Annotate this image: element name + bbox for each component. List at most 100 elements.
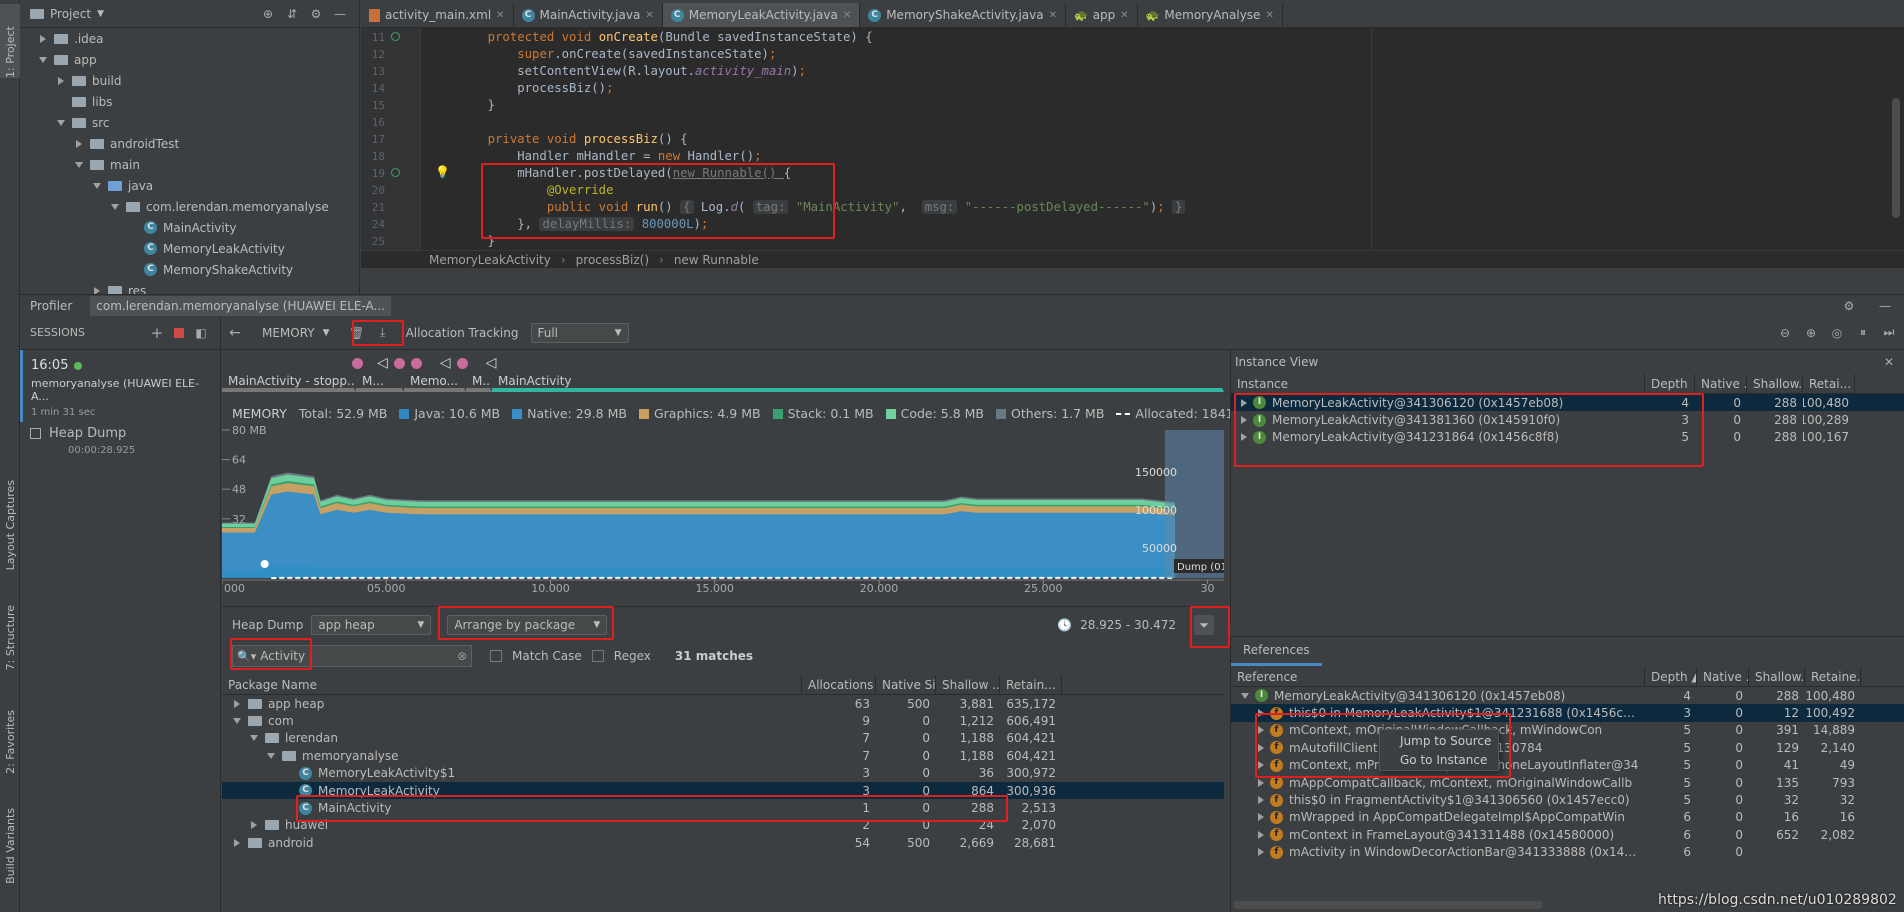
project-tree-item[interactable]: com.lerendan.memoryanalyse [20,196,359,217]
horizontal-scrollbar[interactable] [1233,901,1543,909]
expand-arrow-icon[interactable] [249,735,259,742]
collapse-arrow-icon[interactable] [74,139,84,148]
expand-arrow-icon[interactable] [92,182,102,189]
expand-arrow-icon[interactable] [56,119,66,126]
column-header[interactable]: Native ... [1697,667,1749,686]
project-tree-item[interactable]: C MemoryShakeActivity [20,259,359,280]
references-tab[interactable]: References [1231,637,1322,666]
chevron-down-icon[interactable]: ▼ [97,9,104,19]
target-icon[interactable]: ⊕ [259,5,277,23]
layout-captures-tab[interactable]: Layout Captures [2,480,18,570]
column-header[interactable]: Native Si... [876,675,936,694]
project-tree-item[interactable]: src [20,112,359,133]
activity-segment[interactable]: MainActivity [492,372,1224,392]
close-tab-icon[interactable]: ✕ [1049,10,1057,21]
table-row[interactable]: com 9 0 1,212 606,491 [222,712,1224,729]
regex-label[interactable]: Regex [614,649,651,663]
column-header[interactable]: Shallow ... [936,675,1000,694]
collapse-arrow-icon[interactable] [1258,830,1264,839]
minimize-icon[interactable]: — [1876,297,1894,315]
project-tree-item[interactable]: build [20,70,359,91]
expand-arrow-icon[interactable] [74,161,84,168]
project-tree-item[interactable]: androidTest [20,133,359,154]
instance-row[interactable]: I MemoryLeakActivity@341381360 (0x145910f… [1231,411,1904,428]
project-tree-item[interactable]: C MainActivity [20,217,359,238]
table-row[interactable]: C MemoryLeakActivity$1 3 0 36 300,972 [222,765,1224,782]
collapse-icon[interactable]: ⇵ [283,5,301,23]
jump-to-source-item[interactable]: Jump to Source [1380,732,1498,751]
gear-icon[interactable]: ⚙ [307,5,325,23]
reference-row[interactable]: fmContext, mOriginalWindowCallback, mWin… [1231,722,1904,739]
structure-tab[interactable]: 7: Structure [2,605,18,670]
collapse-arrow-icon[interactable] [1258,761,1264,770]
instance-row[interactable]: I MemoryLeakActivity@341306120 (0x1457eb0… [1231,394,1904,412]
table-row[interactable]: C MemoryLeakActivity 3 0 864 300,936 [222,781,1224,800]
project-tree-item[interactable]: main [20,154,359,175]
trash-icon[interactable]: 🗑 [348,324,366,342]
close-icon[interactable]: ✕ [1880,353,1898,371]
project-panel-title[interactable]: Project [50,7,91,21]
column-header[interactable]: Retai... [1803,374,1855,393]
profiler-device-tab[interactable]: com.lerendan.memoryanalyse (HUAWEI ELE-A… [90,295,391,316]
column-header[interactable]: Shallow... [1747,374,1803,393]
close-tab-icon[interactable]: ✕ [1120,10,1128,21]
reference-row[interactable]: I MemoryLeakActivity@341306120 (0x1457eb0… [1231,687,1904,704]
editor-tab[interactable]: 🐢 MemoryAnalyse ✕ [1138,3,1283,27]
project-tree-item[interactable]: libs [20,91,359,112]
project-tool-tab[interactable]: 1: Project [0,4,20,78]
search-box[interactable]: 🔍▾ Activity ⊗ [232,645,472,667]
project-tree-item[interactable]: app [20,49,359,70]
expand-arrow-icon[interactable] [38,56,48,63]
pause-icon[interactable]: ⏸ [1854,324,1872,342]
table-row[interactable]: lerendan 7 0 1,188 604,421 [222,730,1224,747]
override-gutter-icon-2[interactable] [391,168,400,177]
reference-row[interactable]: f mAppCompatCallback, mContext, mOriginal… [1231,774,1904,791]
collapse-arrow-icon[interactable] [1258,778,1264,787]
collapse-arrow-icon[interactable] [1258,796,1264,805]
expand-arrow-icon[interactable] [266,752,276,759]
editor-tab[interactable]: C MemoryLeakActivity.java ✕ [662,3,861,27]
collapse-arrow-icon[interactable] [1241,416,1247,425]
reference-row[interactable]: f mContext in FrameLayout@341311488 (0x14… [1231,826,1904,843]
match-case-label[interactable]: Match Case [512,649,582,663]
code-text[interactable]: protected void onCreate(Bundle savedInst… [458,29,1186,267]
memory-area-chart[interactable]: 80 MB6448321615000010000050000Dump (01.5… [222,396,1224,594]
breadcrumb-item[interactable]: processBiz() [576,253,649,267]
search-input[interactable]: Activity [260,649,453,663]
activity-segment[interactable]: MainActivity - stopp... [222,372,356,392]
match-case-checkbox[interactable] [490,650,502,662]
memory-dropdown[interactable]: MEMORY [262,326,315,340]
column-header[interactable]: Reference [1231,667,1645,686]
stop-icon[interactable] [174,327,184,338]
editor-tab[interactable]: C MemoryShakeActivity.java ✕ [860,3,1066,27]
back-arrow-icon[interactable]: ← [226,324,244,342]
project-tree-item[interactable]: java [20,175,359,196]
collapse-arrow-icon[interactable] [56,76,66,85]
collapse-arrow-icon[interactable] [38,34,48,43]
bulb-icon[interactable]: 💡 [435,165,450,179]
column-header[interactable]: Retaine... [1805,667,1861,686]
collapse-arrow-icon[interactable] [249,821,259,830]
activity-segment[interactable]: M... [466,372,492,392]
activity-segment[interactable]: M... [356,372,404,392]
reference-row[interactable]: fmAutofillClient in ContextImpl@34130784… [1231,739,1904,756]
column-header[interactable]: Instance [1231,374,1645,393]
filter-icon[interactable]: ⏷ [1194,615,1214,635]
breadcrumb-item[interactable]: MemoryLeakActivity [429,253,551,267]
column-header[interactable]: Native ... [1695,374,1747,393]
table-row[interactable]: memoryanalyse 7 0 1,188 604,421 [222,747,1224,764]
column-header[interactable]: Retain... [1000,675,1062,694]
instance-row[interactable]: I MemoryLeakActivity@341231864 (0x1456c8f… [1231,429,1904,446]
collapse-arrow-icon[interactable] [232,699,242,708]
collapse-arrow-icon[interactable] [1241,398,1247,407]
heap-dump-item[interactable]: Heap Dump 00:00:28.925 [20,416,220,472]
reference-row[interactable]: f mWrapped in AppCompatDelegateImpl$AppCo… [1231,809,1904,826]
column-header[interactable]: Package Name [222,675,802,694]
collapse-arrow-icon[interactable] [1241,433,1247,442]
close-tab-icon[interactable]: ✕ [645,10,653,21]
session-item[interactable]: 16:05 memoryanalyse (HUAWEI ELE-A... 1 m… [20,350,220,422]
collapse-arrow-icon[interactable] [1258,743,1264,752]
close-tab-icon[interactable]: ✕ [496,10,504,21]
reference-row[interactable]: fmContext, mPrivateFactory in HwPhoneLay… [1231,757,1904,774]
reference-row[interactable]: f this$0 in FragmentActivity$1@341306560 … [1231,791,1904,808]
